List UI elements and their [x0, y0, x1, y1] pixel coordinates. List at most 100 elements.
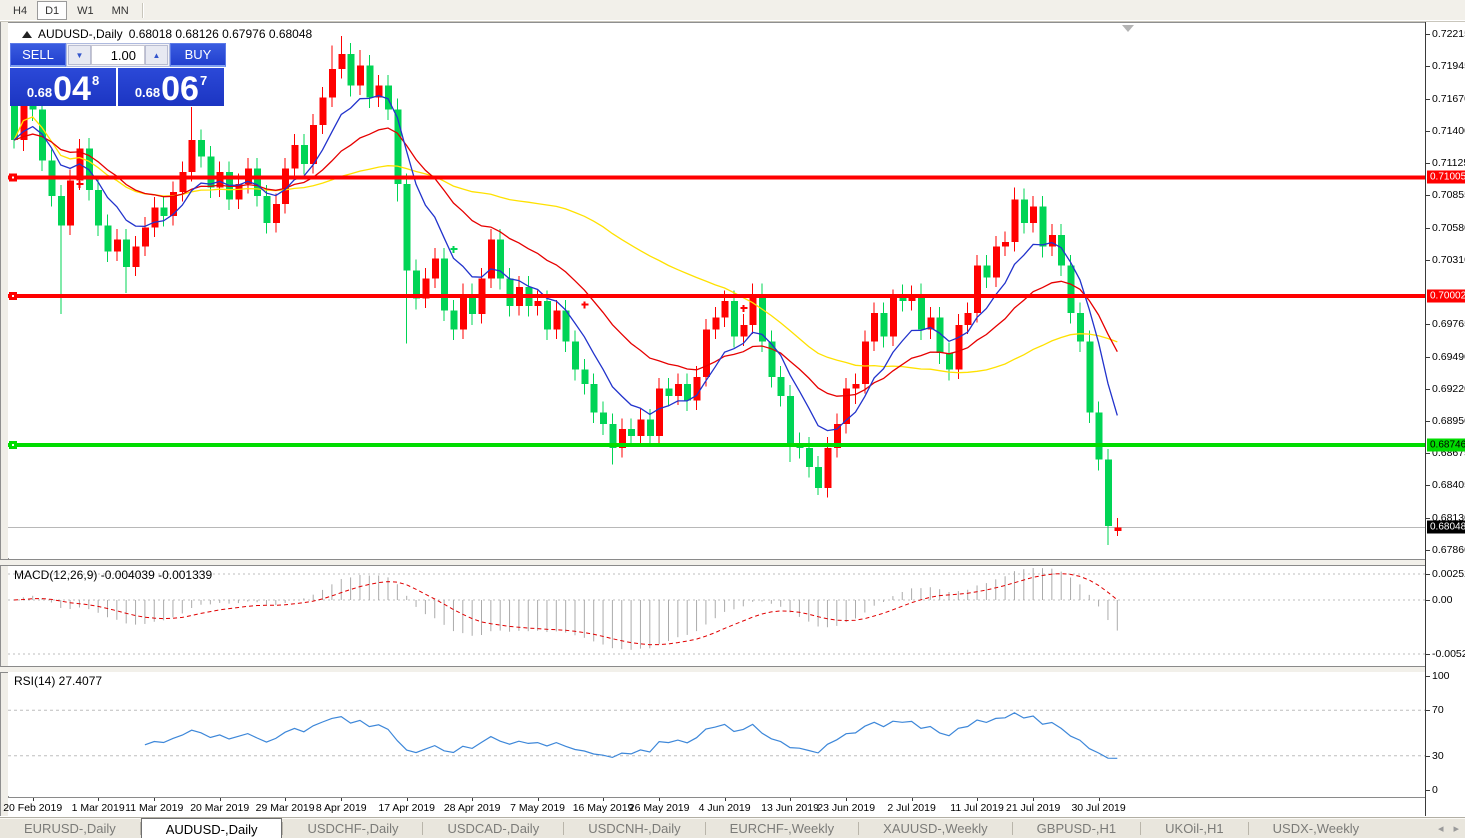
- chart-tab-usdchf-daily[interactable]: USDCHF-,Daily: [283, 818, 422, 838]
- candle-body: [637, 419, 644, 436]
- price-axis[interactable]: 0.722150.719450.716700.714000.711250.708…: [1425, 22, 1465, 816]
- time-tick: [407, 798, 408, 801]
- chart-tab-audusd-daily[interactable]: AUDUSD-,Daily: [141, 818, 283, 838]
- tab-scroll-left-icon[interactable]: ◂: [1438, 822, 1444, 835]
- sell-button[interactable]: SELL: [10, 43, 66, 67]
- candle-body: [581, 370, 588, 384]
- axis-tick: [1426, 421, 1430, 422]
- time-tick-label: 13 Jun 2019: [761, 802, 819, 814]
- timeframe-button-w1[interactable]: W1: [69, 1, 102, 20]
- axis-tick-label: 0.72215: [1432, 28, 1465, 40]
- axis-tick: [1426, 600, 1430, 601]
- rsi-canvas: [8, 672, 1425, 796]
- chart-tab-eurusd-daily[interactable]: EURUSD-,Daily: [0, 818, 140, 838]
- candle-body: [357, 66, 364, 86]
- candle-body: [488, 240, 495, 279]
- axis-tick: [1426, 389, 1430, 390]
- candle-body: [544, 301, 551, 329]
- chart-tab-usdx-weekly[interactable]: USDX-,Weekly: [1249, 818, 1383, 838]
- candle-body: [67, 180, 74, 225]
- chart-tab-eurchf-weekly[interactable]: EURCHF-,Weekly: [706, 818, 859, 838]
- time-tick: [98, 798, 99, 801]
- candle-body: [675, 384, 682, 396]
- buy-price-panel[interactable]: 0.68 06 7: [118, 68, 224, 106]
- candle-body: [628, 429, 635, 436]
- candle-body: [862, 341, 869, 384]
- volume-input[interactable]: 1.00: [91, 45, 145, 65]
- candle-body: [993, 247, 1000, 278]
- axis-tick: [1426, 710, 1430, 711]
- timeframe-button-mn[interactable]: MN: [104, 1, 137, 20]
- time-axis[interactable]: 20 Feb 20191 Mar 201911 Mar 201920 Mar 2…: [8, 797, 1425, 817]
- axis-tick-label: 70: [1432, 704, 1444, 716]
- chart-tab-usdcnh-daily[interactable]: USDCNH-,Daily: [564, 818, 704, 838]
- candle-body: [450, 311, 457, 330]
- time-tick: [846, 798, 847, 801]
- time-tick: [285, 798, 286, 801]
- sell-price-sup: 8: [92, 73, 99, 88]
- volume-decrease-button[interactable]: ▼: [68, 45, 91, 65]
- candle-body: [404, 184, 411, 270]
- candle-body: [815, 467, 822, 488]
- price-level-badge: 0.70002: [1427, 290, 1465, 303]
- candle-body: [58, 196, 65, 226]
- candle-body: [712, 318, 719, 330]
- axis-tick: [1426, 34, 1430, 35]
- pane-splitter[interactable]: [0, 559, 1465, 566]
- axis-tick-label: 0.71945: [1432, 60, 1465, 72]
- buy-price-sup: 7: [200, 73, 207, 88]
- candle-body: [1105, 460, 1112, 526]
- candle-body: [890, 295, 897, 336]
- buy-button[interactable]: BUY: [170, 43, 226, 67]
- candle-body: [1002, 242, 1009, 247]
- candle-body: [507, 279, 514, 306]
- mt4-terminal: H4D1W1MN AUDUSD-,Daily 0.68018 0.68126 0…: [0, 0, 1465, 838]
- axis-tick: [1426, 131, 1430, 132]
- candle-body: [647, 419, 654, 436]
- candle-body: [1011, 199, 1018, 242]
- time-tick: [725, 798, 726, 801]
- candle-body: [806, 448, 813, 467]
- current-price-badge: 0.68048: [1427, 521, 1465, 534]
- candle-body: [301, 145, 308, 164]
- candle-body: [1086, 341, 1093, 412]
- symbol-triangle-icon: [22, 31, 32, 38]
- axis-tick: [1426, 756, 1430, 757]
- axis-tick: [1426, 518, 1430, 519]
- rsi-line: [145, 713, 1117, 759]
- candle-body: [965, 313, 972, 325]
- chart-tabbar: EURUSD-,DailyAUDUSD-,DailyUSDCHF-,DailyU…: [0, 817, 1465, 838]
- candle-body: [824, 448, 831, 488]
- axis-tick-label: 0.68950: [1432, 415, 1465, 427]
- rsi-indicator-pane[interactable]: RSI(14) 27.4077: [8, 672, 1425, 796]
- timeframe-button-d1[interactable]: D1: [37, 1, 67, 20]
- sell-price-panel[interactable]: 0.68 04 8: [10, 68, 116, 106]
- candle-body: [189, 140, 196, 172]
- axis-tick-label: 0.69220: [1432, 383, 1465, 395]
- chart-tab-gbpusd-h1[interactable]: GBPUSD-,H1: [1013, 818, 1140, 838]
- axis-tick: [1426, 324, 1430, 325]
- candle-body: [918, 294, 925, 330]
- chart-tab-xauusd-weekly[interactable]: XAUUSD-,Weekly: [859, 818, 1012, 838]
- chart-tab-ukoil-h1[interactable]: UKOil-,H1: [1141, 818, 1248, 838]
- time-tick-label: 1 Mar 2019: [72, 802, 125, 814]
- chart-tab-usdcad-daily[interactable]: USDCAD-,Daily: [423, 818, 563, 838]
- candle-body: [1096, 412, 1103, 459]
- macd-indicator-pane[interactable]: MACD(12,26,9) -0.004039 -0.001339: [8, 566, 1425, 666]
- candle-body: [441, 258, 448, 310]
- chart-shift-marker-icon[interactable]: [1122, 25, 1134, 32]
- price-chart-pane[interactable]: AUDUSD-,Daily 0.68018 0.68126 0.67976 0.…: [8, 23, 1425, 558]
- tab-scroll-right-icon[interactable]: ▸: [1453, 822, 1459, 835]
- line-handle-dot: [12, 295, 14, 297]
- candle-body: [338, 54, 345, 69]
- time-tick-label: 16 May 2019: [573, 802, 634, 814]
- macd-canvas: [8, 566, 1425, 666]
- time-tick-label: 20 Feb 2019: [3, 802, 62, 814]
- candle-body: [114, 240, 121, 252]
- candle-body: [843, 389, 850, 425]
- time-tick: [33, 798, 34, 801]
- candle-body: [853, 384, 860, 389]
- timeframe-button-h4[interactable]: H4: [5, 1, 35, 20]
- candle-body: [703, 330, 710, 377]
- volume-increase-button[interactable]: ▲: [145, 45, 168, 65]
